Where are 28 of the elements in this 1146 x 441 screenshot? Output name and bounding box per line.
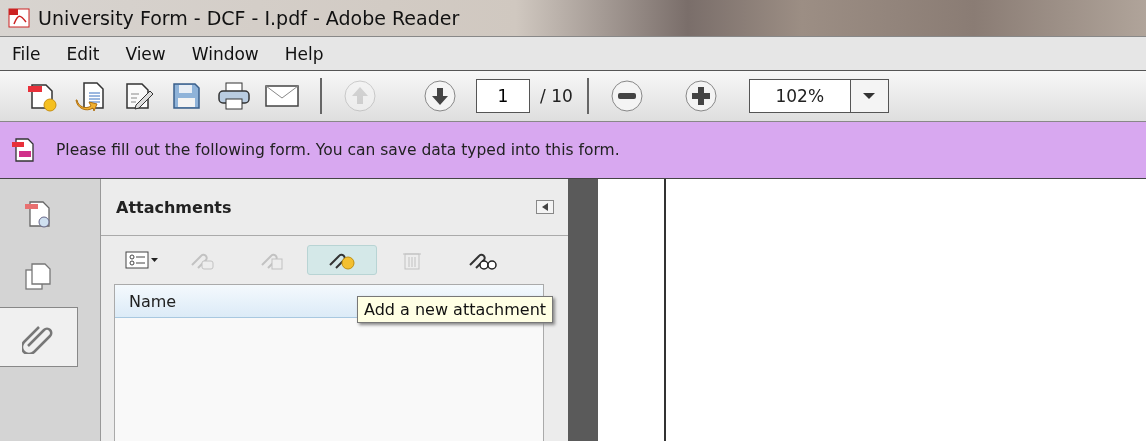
file-arrow-icon [74,80,106,112]
page-total: / 10 [540,86,573,106]
menu-item[interactable]: Help [284,43,324,64]
page-number-field[interactable]: 1 [476,79,530,113]
pages-icon [22,260,54,292]
menu-item[interactable]: File [12,43,41,64]
arrow-up-icon [343,79,377,113]
attachment-tool-button[interactable] [307,245,377,275]
menu-item[interactable]: Window [191,43,259,64]
pdf-icon [8,8,30,28]
arrow-down-icon [423,79,457,113]
save-icon [170,80,202,112]
tooltip: Add a new attachment [357,296,554,323]
menu-item[interactable]: Edit [66,43,100,64]
menu-item[interactable]: View [125,43,166,64]
zoom-out-icon [609,79,644,113]
print-icon [217,80,251,112]
collapse-arrow-icon [542,203,548,211]
notice-message: Please fill out the following form. You can save data typed into this form. [56,141,620,159]
list-view-icon [125,250,159,270]
collapse-button[interactable] [536,200,554,214]
side-tab[interactable] [0,307,78,367]
panel-title: Attachments [116,197,232,217]
caret-icon[interactable] [849,80,888,112]
envelope-icon [264,82,300,110]
zoom-in-icon [683,79,718,113]
zoom-dropdown[interactable]: 102% [748,79,889,113]
window-title: University Form - DCF - I.pdf - Adobe Reader [38,7,460,29]
